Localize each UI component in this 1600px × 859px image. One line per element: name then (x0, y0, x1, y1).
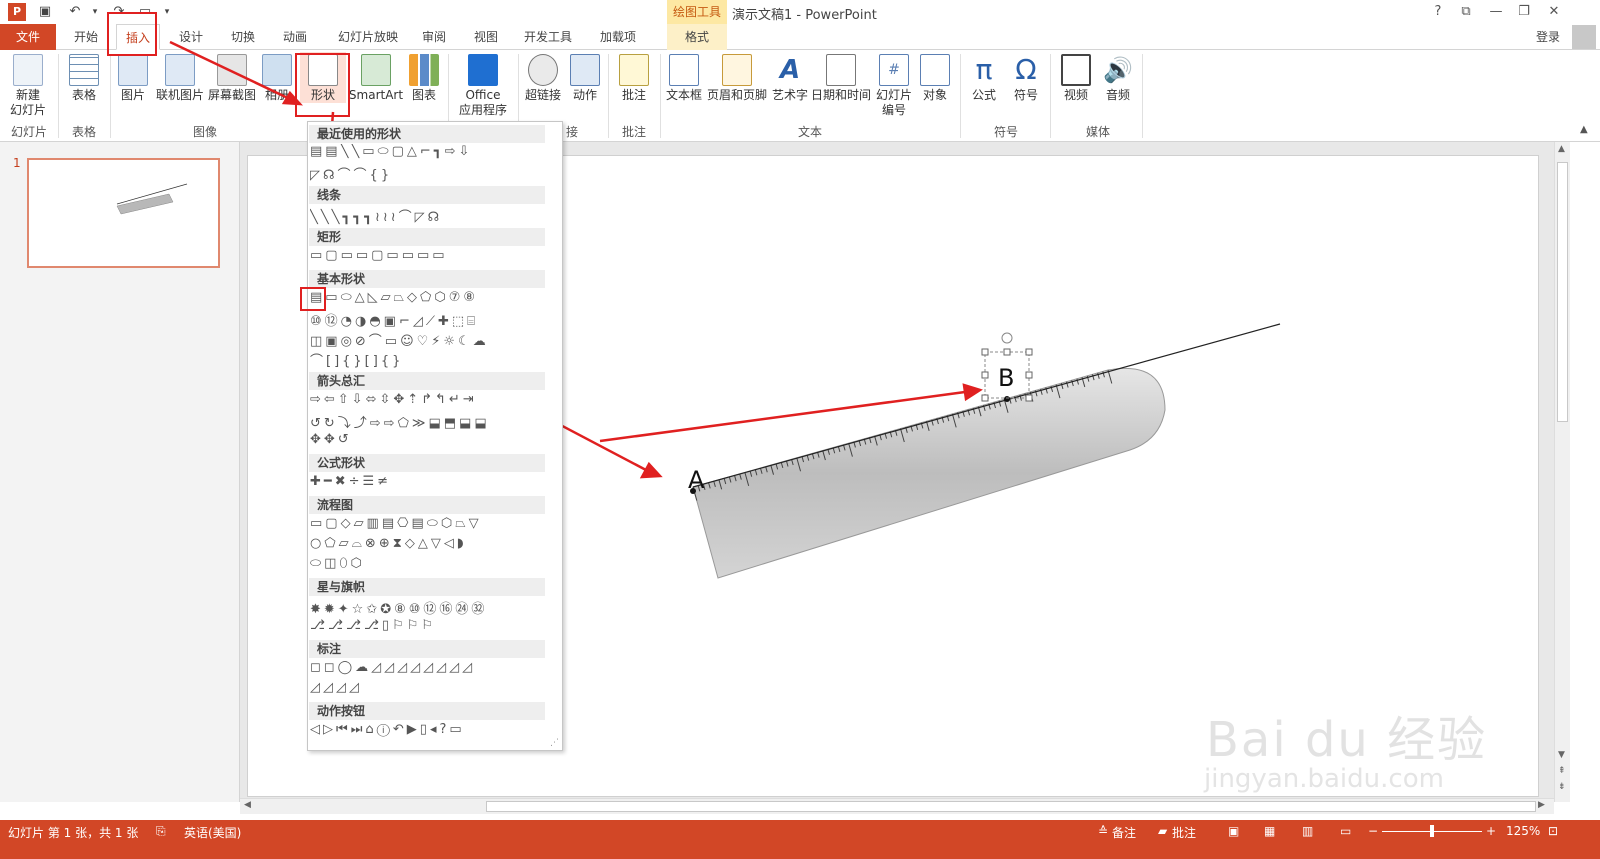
point-a-label[interactable]: A (688, 466, 704, 494)
slideshow-view-icon[interactable]: ▭ (1340, 824, 1351, 838)
comments-icon[interactable]: ▰ (1158, 824, 1167, 838)
shape-row[interactable]: ◸☊⌒⌒{} (310, 164, 544, 184)
scroll-down-icon[interactable]: ▼ (1558, 750, 1565, 760)
scroll-right-icon[interactable]: ▶ (1538, 800, 1545, 810)
watermark-brand: Bai du 经验 (1206, 712, 1488, 768)
resize-handle[interactable] (1025, 371, 1033, 379)
shape-row[interactable]: ⎇⎇⎇⎇▯⚐⚐⚐ (310, 618, 544, 638)
ruler-image[interactable] (692, 367, 1166, 579)
shape-row[interactable]: ▭▢◇▱▥▤⎔▤⬭⬡⏢▽ (310, 516, 544, 536)
shape-row[interactable]: ▤▤╲╲▭⬭▢△⌐┓⇨⇩ (310, 144, 544, 164)
section-callouts: 标注 (309, 640, 545, 658)
zoom-slider-thumb[interactable] (1430, 825, 1434, 837)
vertical-scrollbar[interactable]: ▲ ▼ ⇞ ⇟ (1554, 142, 1570, 802)
zoom-level[interactable]: 125% (1506, 824, 1540, 838)
notes-button[interactable]: 备注 (1112, 824, 1136, 841)
section-equation-shapes: 公式形状 (309, 454, 545, 472)
resize-handle[interactable] (1025, 394, 1033, 402)
slide-count-status: 幻灯片 第 1 张，共 1 张 (8, 826, 139, 840)
notes-icon[interactable]: ≙ (1098, 824, 1108, 838)
resize-handle[interactable] (1025, 348, 1033, 356)
shape-row[interactable]: ✸✹✦☆✩✪⑧⑩⑫⑯㉔㉜ (310, 598, 544, 618)
section-rectangles: 矩形 (309, 228, 545, 246)
next-slide-icon[interactable]: ⇟ (1558, 782, 1566, 792)
comments-button[interactable]: 批注 (1172, 824, 1196, 841)
status-bar: 幻灯片 第 1 张，共 1 张 ⎘ 英语(美国) ≙ 备注 ▰ 批注 ▣ ▦ ▥… (0, 820, 1600, 859)
resize-handle[interactable] (1003, 348, 1011, 356)
annotation-arrowhead (962, 383, 983, 402)
rotate-handle-icon[interactable] (1001, 332, 1013, 344)
horizontal-scrollbar[interactable]: ◀ ▶ (240, 798, 1554, 814)
highlight-shapes-button (295, 53, 350, 117)
section-basic-shapes: 基本形状 (309, 270, 545, 288)
shape-row[interactable]: ◫▣◎⊘⌒▭☺♡⚡☼☾☁ (310, 330, 544, 350)
section-flowchart: 流程图 (309, 496, 545, 514)
section-stars-banners: 星与旗帜 (309, 578, 545, 596)
section-recent-shapes: 最近使用的形状 (309, 125, 545, 143)
annotation-arrow (169, 40, 293, 102)
resize-grip-icon[interactable]: ⋰ (550, 738, 559, 748)
shape-row[interactable]: ◻◻◯☁◿◿◿◿◿◿◿◿ (310, 660, 544, 680)
shape-row[interactable]: ▤▭⬭△◺▱⏢◇⬠⬡⑦⑧ (310, 290, 544, 310)
shape-row[interactable]: ✥✥↺ (310, 432, 544, 452)
slide-sorter-icon[interactable]: ▦ (1264, 824, 1275, 838)
fit-to-window-icon[interactable]: ⊡ (1548, 824, 1558, 838)
language-status[interactable]: 英语(美国) (184, 824, 241, 841)
zoom-in-icon[interactable]: + (1486, 824, 1496, 838)
scroll-up-icon[interactable]: ▲ (1558, 144, 1565, 154)
shape-row[interactable]: ○⬠▱⌓⊗⊕⧗◇△▽◁◗ (310, 536, 544, 556)
watermark-url: jingyan.baidu.com (1204, 764, 1444, 794)
reading-view-icon[interactable]: ▥ (1302, 824, 1313, 838)
resize-handle[interactable] (981, 348, 989, 356)
shape-row[interactable]: ⌒[]{}[]{} (310, 350, 544, 370)
section-block-arrows: 箭头总汇 (309, 372, 545, 390)
highlight-textbox-shape (300, 287, 326, 311)
shape-row[interactable]: ▭▢▭▭▢▭▭▭▭ (310, 248, 544, 268)
shape-row[interactable]: ↺↻⤵⤴⇨⇨⬠≫⬓⬒⬓⬓ (310, 412, 544, 432)
zoom-out-icon[interactable]: − (1368, 824, 1378, 838)
previous-slide-icon[interactable]: ⇞ (1558, 766, 1566, 776)
scroll-left-icon[interactable]: ◀ (244, 800, 251, 810)
resize-handle[interactable] (981, 371, 989, 379)
section-action-buttons: 动作按钮 (309, 702, 545, 720)
annotation-arrowhead (639, 461, 663, 479)
shape-row[interactable]: ⬭◫⬯⬡ (310, 556, 544, 576)
normal-view-icon[interactable]: ▣ (1228, 824, 1239, 838)
spelling-icon[interactable]: ⎘ (156, 824, 166, 839)
resize-handle[interactable] (981, 394, 989, 402)
horizontal-scroll-thumb[interactable] (486, 801, 1536, 812)
shape-row[interactable]: ╲╲╲┓┓┓≀≀≀⌒◸☊ (310, 206, 544, 226)
highlight-insert-tab (107, 12, 157, 56)
vertical-scroll-thumb[interactable] (1557, 162, 1568, 422)
point-b-dot (1004, 396, 1010, 402)
shape-row[interactable]: ⑩⑫◔◑◓▣⌐◿⟋✚⬚⌸ (310, 310, 544, 330)
shape-row[interactable]: ✚━✖÷☰≠ (310, 474, 544, 494)
shape-row[interactable]: ◿◿◿◿ (310, 680, 544, 700)
section-lines: 线条 (309, 186, 545, 204)
shape-row[interactable]: ◁▷⏮⏭⌂ⓘ↶▶▯◂?▭ (310, 722, 544, 742)
shape-row[interactable]: ⇨⇦⇧⇩⬄⇳✥⇡↱↰↵⇥ (310, 392, 544, 412)
shapes-gallery: 最近使用的形状 ▤▤╲╲▭⬭▢△⌐┓⇨⇩ ◸☊⌒⌒{} 线条 ╲╲╲┓┓┓≀≀≀… (307, 121, 563, 751)
point-b-label[interactable]: B (998, 364, 1014, 392)
